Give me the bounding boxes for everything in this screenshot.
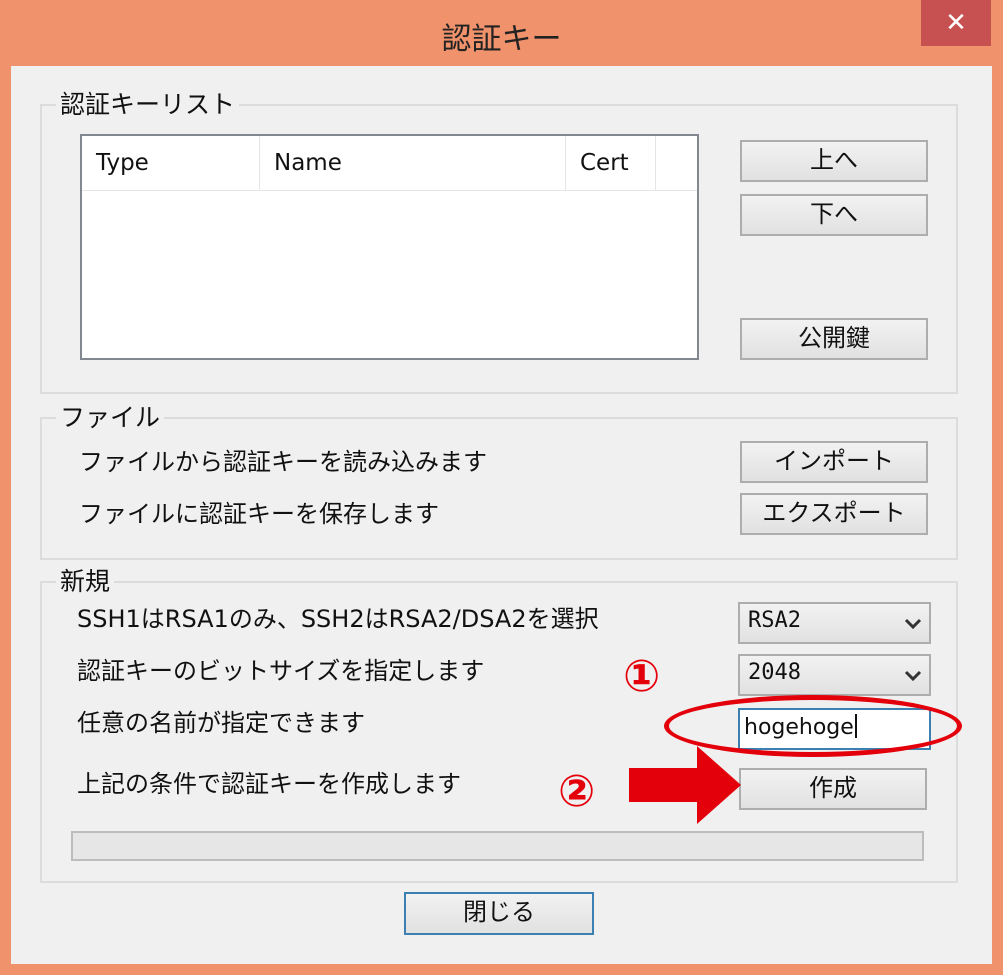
bit-size-description: 認証キーのビットサイズを指定します xyxy=(77,657,485,685)
column-header-name[interactable]: Name xyxy=(260,136,566,190)
key-list-view[interactable]: Type Name Cert xyxy=(80,134,699,360)
window-title: 認証キー xyxy=(441,22,562,57)
annotation-step-2: ② xyxy=(558,766,596,817)
bit-size-value: 2048 xyxy=(748,660,801,685)
column-header-cert[interactable]: Cert xyxy=(566,136,656,190)
key-list-group-label: 認証キーリスト xyxy=(56,90,240,120)
title-bar[interactable]: 認証キー ✕ xyxy=(0,0,1003,66)
import-button[interactable]: インポート xyxy=(740,441,928,483)
move-up-button[interactable]: 上へ xyxy=(740,140,928,182)
dialog-client-area: 認証キーリスト Type Name Cert 上へ 下へ 公開鍵 ファイル ファ… xyxy=(11,66,992,964)
new-key-group-label: 新規 xyxy=(56,567,115,597)
close-dialog-button[interactable]: 閉じる xyxy=(404,892,594,935)
create-description: 上記の条件で認証キーを作成します xyxy=(77,770,461,798)
move-down-button[interactable]: 下へ xyxy=(740,194,928,236)
bit-size-select[interactable]: 2048 xyxy=(738,654,931,696)
close-window-button[interactable]: ✕ xyxy=(921,0,991,46)
key-list-header: Type Name Cert xyxy=(82,136,697,191)
public-key-button[interactable]: 公開鍵 xyxy=(740,318,928,360)
key-type-select[interactable]: RSA2 xyxy=(738,602,931,644)
key-list-group: 認証キーリスト Type Name Cert 上へ 下へ 公開鍵 xyxy=(40,90,958,394)
chevron-down-icon xyxy=(904,670,922,682)
key-type-description: SSH1はRSA1のみ、SSH2はRSA2/DSA2を選択 xyxy=(77,605,599,633)
close-icon: ✕ xyxy=(945,8,967,38)
annotation-arrow-icon xyxy=(629,746,741,824)
key-type-value: RSA2 xyxy=(748,608,801,633)
annotation-step-1: ① xyxy=(623,651,661,702)
export-button[interactable]: エクスポート xyxy=(740,493,928,535)
key-name-description: 任意の名前が指定できます xyxy=(77,709,365,737)
column-header-type[interactable]: Type xyxy=(82,136,260,190)
chevron-down-icon xyxy=(904,618,922,630)
file-group-label: ファイル xyxy=(56,403,165,433)
create-button[interactable]: 作成 xyxy=(739,768,927,810)
import-description: ファイルから認証キーを読み込みます xyxy=(79,448,487,476)
export-description: ファイルに認証キーを保存します xyxy=(79,500,439,528)
generation-progress-bar xyxy=(71,831,924,861)
dialog-window: 認証キー ✕ 認証キーリスト Type Name Cert 上へ 下へ 公開鍵 … xyxy=(0,0,1003,975)
file-group: ファイル ファイルから認証キーを読み込みます インポート ファイルに認証キーを保… xyxy=(40,403,958,560)
